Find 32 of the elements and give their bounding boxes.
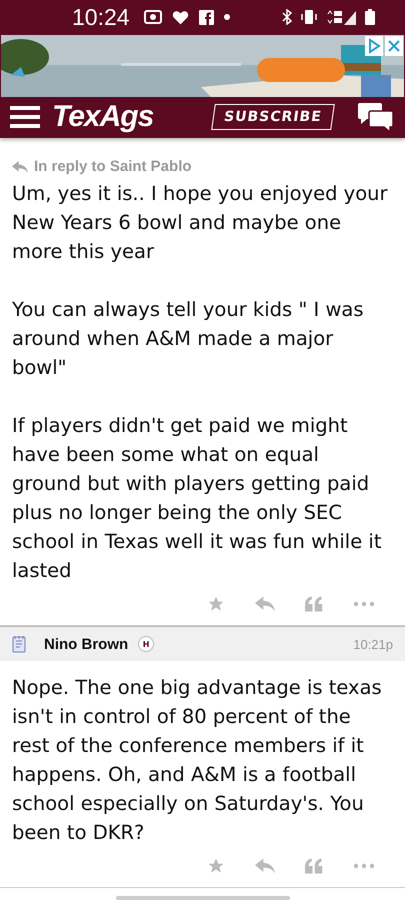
post-paragraph: If players didn't get paid we might have been some what on equal ground but with players getting paid plus no longer being the only SEC school in Texas well it was fun while it lasted xyxy=(12,413,382,584)
bluetooth-icon xyxy=(282,9,292,26)
battery-icon xyxy=(365,9,375,26)
menu-icon[interactable] xyxy=(10,106,40,128)
reply-arrow-icon xyxy=(12,160,28,172)
vibrate-icon xyxy=(301,10,317,24)
close-icon[interactable] xyxy=(385,36,403,56)
more-icon[interactable] xyxy=(353,601,375,607)
facebook-icon xyxy=(198,10,214,25)
subscribe-button[interactable]: SUBSCRIBE xyxy=(211,104,335,130)
heart-icon xyxy=(172,10,189,25)
star-icon[interactable] xyxy=(207,595,225,613)
clock: 10:24 xyxy=(72,4,130,31)
chat-icon[interactable] xyxy=(357,101,395,134)
star-icon[interactable] xyxy=(207,857,225,875)
reply-icon[interactable] xyxy=(255,596,275,612)
quote-icon[interactable] xyxy=(305,858,323,874)
post-paragraph: Nope. The one big advantage is texas isn't in control of 80 percent of the rest of the conference members if it happens. Oh, and A&M is a football school especially on Saturday's. You been to DKR? xyxy=(12,675,383,846)
lte-signal-icon xyxy=(326,9,356,26)
ad-choices-icon[interactable] xyxy=(365,36,383,56)
notepad-icon xyxy=(12,635,26,653)
reply-icon[interactable] xyxy=(255,858,275,874)
quote-icon[interactable] xyxy=(305,596,323,612)
more-icon[interactable] xyxy=(353,863,375,869)
post-paragraph: Um, yes it is.. I hope you enjoyed your New Years 6 bowl and maybe one more this year xyxy=(12,181,388,265)
dot-icon xyxy=(224,14,230,20)
user-badge: H xyxy=(138,636,154,652)
post-time: 10:21p xyxy=(353,636,393,652)
post-paragraph: You can always tell your kids " I was around when A&M made a major bowl" xyxy=(12,297,365,381)
site-logo[interactable]: TexAgs xyxy=(52,100,154,134)
camera-icon xyxy=(144,10,162,24)
author-name[interactable]: Nino Brown xyxy=(44,636,128,652)
